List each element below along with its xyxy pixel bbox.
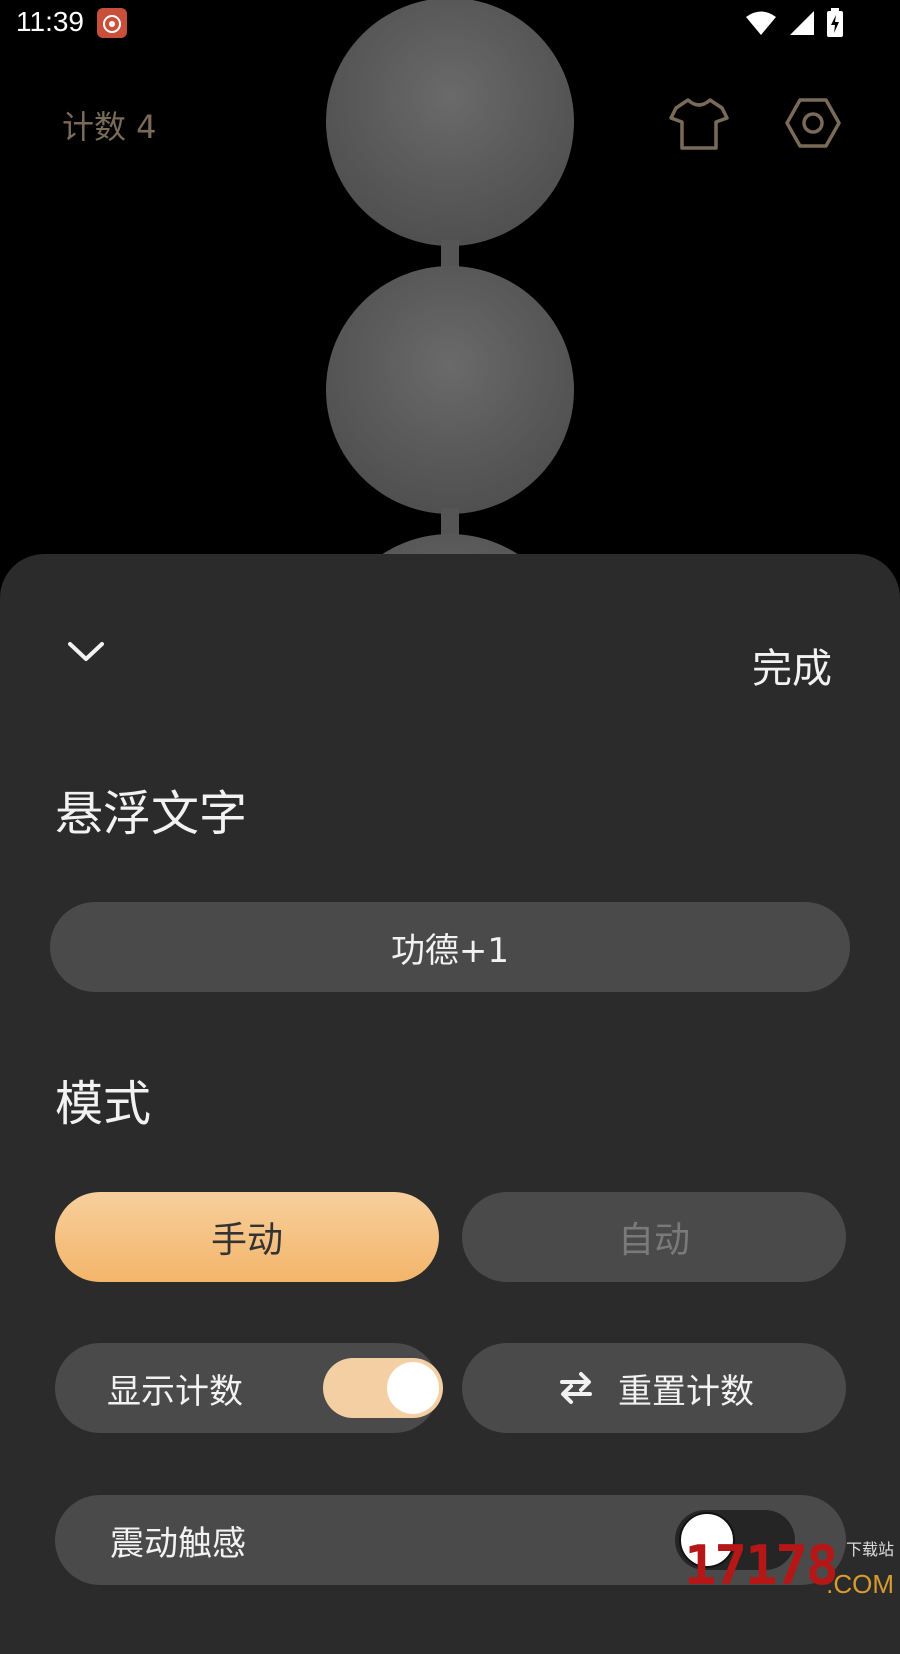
- bead-connector: [441, 508, 459, 536]
- chevron-down-icon[interactable]: [62, 628, 110, 676]
- counter-label: 计数 4: [62, 108, 157, 146]
- swap-arrows-icon: [560, 1372, 592, 1404]
- status-icons: [744, 8, 844, 38]
- battery-charging-icon: [827, 8, 843, 37]
- watermark-cn: 下载站: [845, 1540, 894, 1559]
- floating-text-title: 悬浮文字: [55, 786, 248, 842]
- gear-icon[interactable]: [782, 92, 844, 154]
- prayer-bead[interactable]: [326, 0, 574, 246]
- show-count-toggle[interactable]: [323, 1358, 443, 1418]
- watermark-domain: .COM: [826, 1569, 894, 1599]
- vibration-label: 震动触感: [110, 1523, 246, 1564]
- mode-manual-button[interactable]: 手动: [55, 1192, 439, 1282]
- signal-icon: [790, 11, 814, 35]
- prayer-bead[interactable]: [326, 266, 574, 514]
- show-count-row[interactable]: 显示计数: [55, 1343, 443, 1433]
- watermark-logo: 17178 下载站 .COM: [684, 1534, 900, 1600]
- weibo-app-icon: [97, 8, 127, 38]
- show-count-label: 显示计数: [107, 1371, 243, 1412]
- mode-title: 模式: [55, 1076, 152, 1132]
- wifi-icon: [746, 11, 776, 35]
- done-button[interactable]: 完成: [752, 636, 832, 694]
- reset-count-button[interactable]: 重置计数: [462, 1343, 846, 1433]
- floating-text-field[interactable]: 功德+1: [50, 902, 850, 992]
- toggle-knob: [387, 1362, 439, 1414]
- status-time: 11:39: [16, 6, 84, 37]
- reset-count-label: 重置计数: [618, 1371, 754, 1412]
- mode-auto-button[interactable]: 自动: [462, 1192, 846, 1282]
- watermark-number: 17178: [684, 1534, 839, 1597]
- shirt-icon[interactable]: [668, 92, 730, 154]
- bead-connector: [441, 240, 459, 268]
